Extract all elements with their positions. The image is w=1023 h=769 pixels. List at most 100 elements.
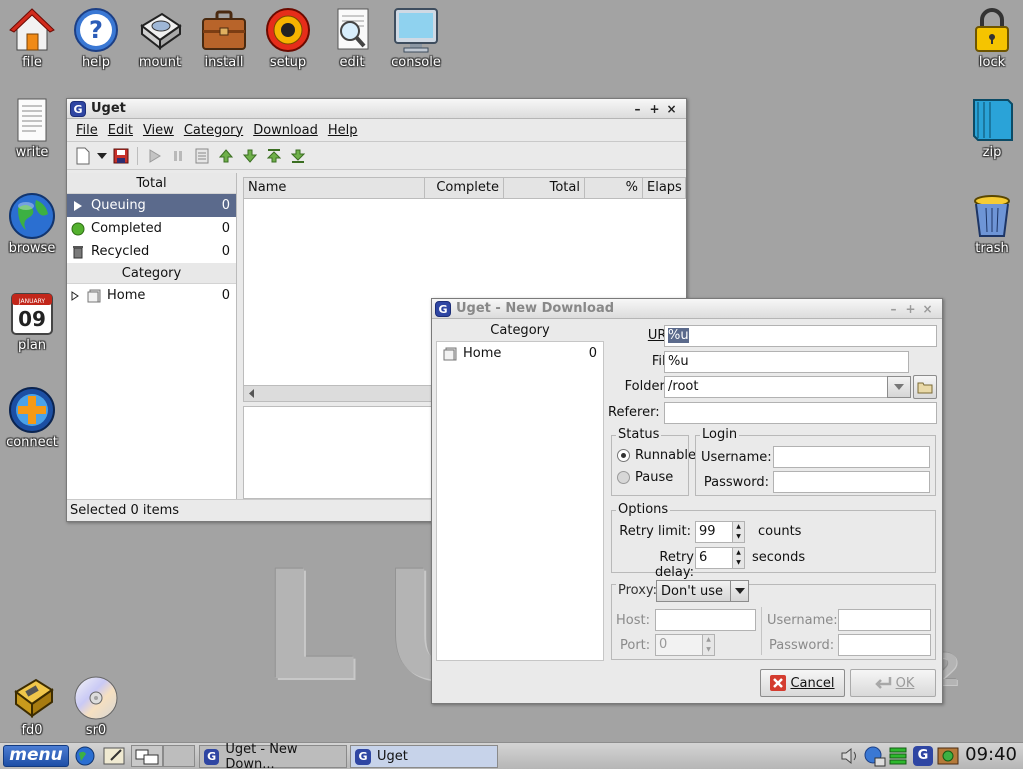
desktop-icon-install[interactable]: install (192, 6, 256, 70)
spin-down-icon[interactable]: ▼ (733, 558, 744, 568)
move-top-button[interactable] (262, 145, 286, 167)
referer-input[interactable] (664, 402, 937, 424)
minimize-button[interactable]: – (629, 102, 646, 116)
spin-up-icon[interactable]: ▲ (703, 635, 714, 645)
move-down-button[interactable] (238, 145, 262, 167)
pause-radio[interactable]: Pause (617, 470, 673, 485)
desktop-icon-label: trash (975, 241, 1009, 256)
desktop-icon-sr0[interactable]: sr0 (64, 674, 128, 738)
move-bottom-button[interactable] (286, 145, 310, 167)
maximize-button[interactable]: + (646, 102, 663, 116)
state-item-recycled[interactable]: Recycled 0 (67, 240, 236, 263)
retry-delay-spinner[interactable]: 6 ▲ ▼ (695, 547, 745, 569)
menu-help[interactable]: Help (323, 123, 363, 138)
desktop-icon-edit[interactable]: edit (320, 6, 384, 70)
proxy-username-input[interactable] (838, 609, 931, 631)
category-item-home[interactable]: Home 0 (67, 284, 236, 307)
desktop-icon-write[interactable]: write (0, 96, 64, 160)
archive-icon (968, 96, 1016, 144)
help-icon: ? (72, 6, 120, 54)
desktop-icon-help[interactable]: ? help (64, 6, 128, 70)
password-input[interactable] (773, 471, 930, 493)
file-input[interactable]: %u (664, 351, 909, 373)
close-button[interactable]: × (663, 102, 680, 116)
url-input[interactable]: %u (664, 325, 937, 347)
desktop-icon-mount[interactable]: mount (128, 6, 192, 70)
spin-up-icon[interactable]: ▲ (733, 522, 744, 532)
proxy-port-value[interactable]: 0 (655, 634, 703, 656)
battery-status-icon[interactable] (888, 746, 908, 766)
desktop-icon-fd0[interactable]: fd0 (0, 674, 64, 738)
chevron-down-icon (730, 581, 748, 601)
cancel-button[interactable]: Cancel (760, 669, 845, 697)
column-total[interactable]: Total (504, 178, 585, 198)
proxy-host-input[interactable] (655, 609, 756, 631)
spin-up-icon[interactable]: ▲ (733, 548, 744, 558)
properties-button[interactable] (190, 145, 214, 167)
settings-tray-icon[interactable] (937, 746, 961, 766)
task-button-uget[interactable]: G Uget (350, 745, 498, 768)
close-button[interactable]: × (919, 302, 936, 316)
move-up-button[interactable] (214, 145, 238, 167)
save-button[interactable] (109, 145, 133, 167)
pause-button[interactable] (166, 145, 190, 167)
runnable-radio[interactable]: Runnable (617, 448, 696, 463)
desktop-pager-2[interactable] (163, 745, 195, 767)
spinner-arrows[interactable]: ▲ ▼ (733, 547, 745, 569)
menu-edit[interactable]: Edit (103, 123, 138, 138)
start-button[interactable] (142, 145, 166, 167)
retry-limit-value[interactable]: 99 (695, 521, 733, 543)
folder-dropdown-button[interactable] (887, 376, 911, 398)
spinner-arrows[interactable]: ▲ ▼ (733, 521, 745, 543)
scroll-left-icon[interactable] (246, 386, 258, 401)
desktop-icon-setup[interactable]: setup (256, 6, 320, 70)
desktop-icon-zip[interactable]: zip (960, 96, 1023, 160)
desktop-icon-plan[interactable]: JANUARY 09 plan (0, 289, 64, 353)
folder-input[interactable]: /root (664, 376, 910, 398)
state-item-completed[interactable]: Completed 0 (67, 217, 236, 240)
desktop-icon-file[interactable]: file (0, 6, 64, 70)
task-button-new-download[interactable]: G Uget - New Down... (199, 742, 347, 769)
ok-button[interactable]: OK (850, 669, 936, 697)
browser-launcher-icon[interactable] (75, 746, 95, 766)
desktop-icon-connect[interactable]: connect (0, 386, 64, 450)
proxy-port-spinner[interactable]: 0 ▲ ▼ (655, 634, 715, 656)
column-complete[interactable]: Complete (425, 178, 504, 198)
expander-icon[interactable] (70, 288, 80, 304)
spin-down-icon[interactable]: ▼ (703, 645, 714, 655)
spin-down-icon[interactable]: ▼ (733, 532, 744, 542)
menu-file[interactable]: File (71, 123, 103, 138)
new-menu-dropdown[interactable] (95, 145, 109, 167)
menu-category[interactable]: Category (179, 123, 248, 138)
proxy-type-select[interactable]: Don't use (656, 580, 749, 602)
uget-titlebar[interactable]: G Uget – + × (67, 99, 686, 119)
network-status-icon[interactable] (862, 745, 886, 767)
retry-delay-value[interactable]: 6 (695, 547, 733, 569)
desktop-icon-browse[interactable]: browse (0, 192, 64, 256)
proxy-password-input[interactable] (838, 634, 931, 656)
new-download-button[interactable] (71, 145, 95, 167)
column-percent[interactable]: % (585, 178, 643, 198)
editor-launcher-icon[interactable] (103, 746, 127, 766)
volume-icon[interactable] (840, 747, 860, 765)
username-input[interactable] (773, 446, 930, 468)
desktop-icon-console[interactable]: console (384, 6, 448, 70)
start-menu-button[interactable]: menu (3, 745, 69, 767)
browse-folder-button[interactable] (913, 375, 937, 399)
menu-view[interactable]: View (138, 123, 179, 138)
calendar-day: 09 (18, 307, 46, 331)
retry-limit-spinner[interactable]: 99 ▲ ▼ (695, 521, 745, 543)
spinner-arrows[interactable]: ▲ ▼ (703, 634, 715, 656)
column-elapsed[interactable]: Elaps (643, 178, 685, 198)
column-name[interactable]: Name (244, 178, 425, 198)
menu-download[interactable]: Download (248, 123, 323, 138)
desktop-icon-trash[interactable]: trash (960, 192, 1023, 256)
desktop-pager-1[interactable] (131, 745, 163, 767)
uget-tray-icon[interactable]: G (913, 746, 933, 766)
maximize-button[interactable]: + (902, 302, 919, 316)
state-item-queuing[interactable]: Queuing 0 (67, 194, 236, 217)
minimize-button[interactable]: – (885, 302, 902, 316)
dialog-titlebar[interactable]: G Uget - New Download – + × (432, 299, 942, 319)
desktop-icon-lock[interactable]: lock (960, 6, 1023, 70)
dialog-category-item-home[interactable]: Home 0 (437, 342, 603, 365)
